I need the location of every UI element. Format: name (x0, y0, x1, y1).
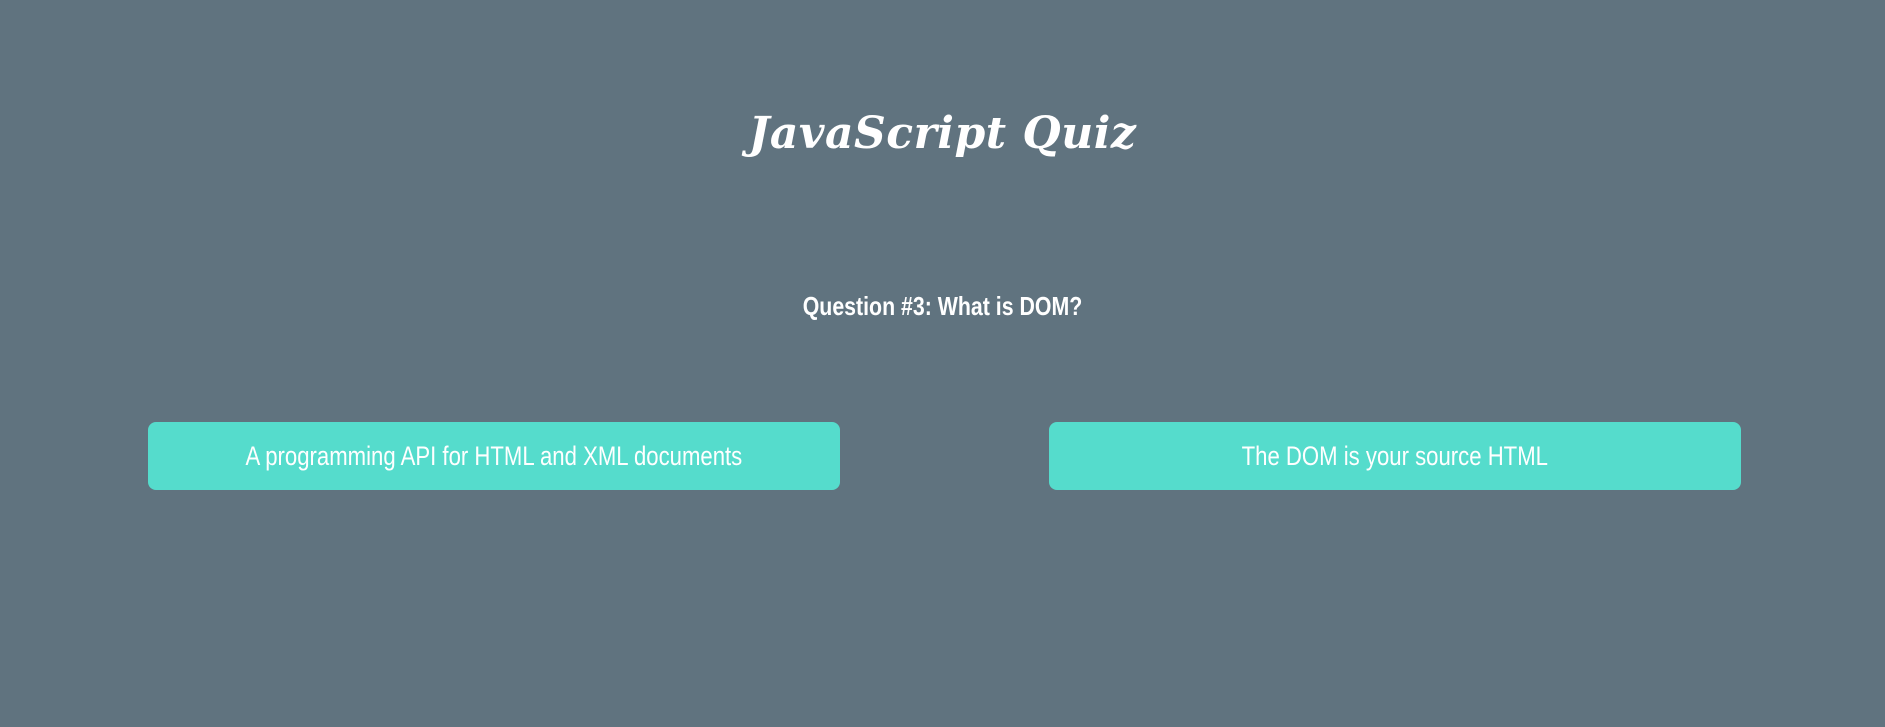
answer-label-1: A programming API for HTML and XML docum… (245, 441, 743, 471)
answer-button-1[interactable]: A programming API for HTML and XML docum… (148, 422, 840, 490)
quiz-title: JavaScript Quiz (748, 108, 1137, 159)
answer-button-2[interactable]: The DOM is your source HTML (1049, 422, 1741, 490)
question-text: Question #3: What is DOM? (802, 291, 1083, 321)
answer-label-2: The DOM is your source HTML (1241, 441, 1549, 471)
